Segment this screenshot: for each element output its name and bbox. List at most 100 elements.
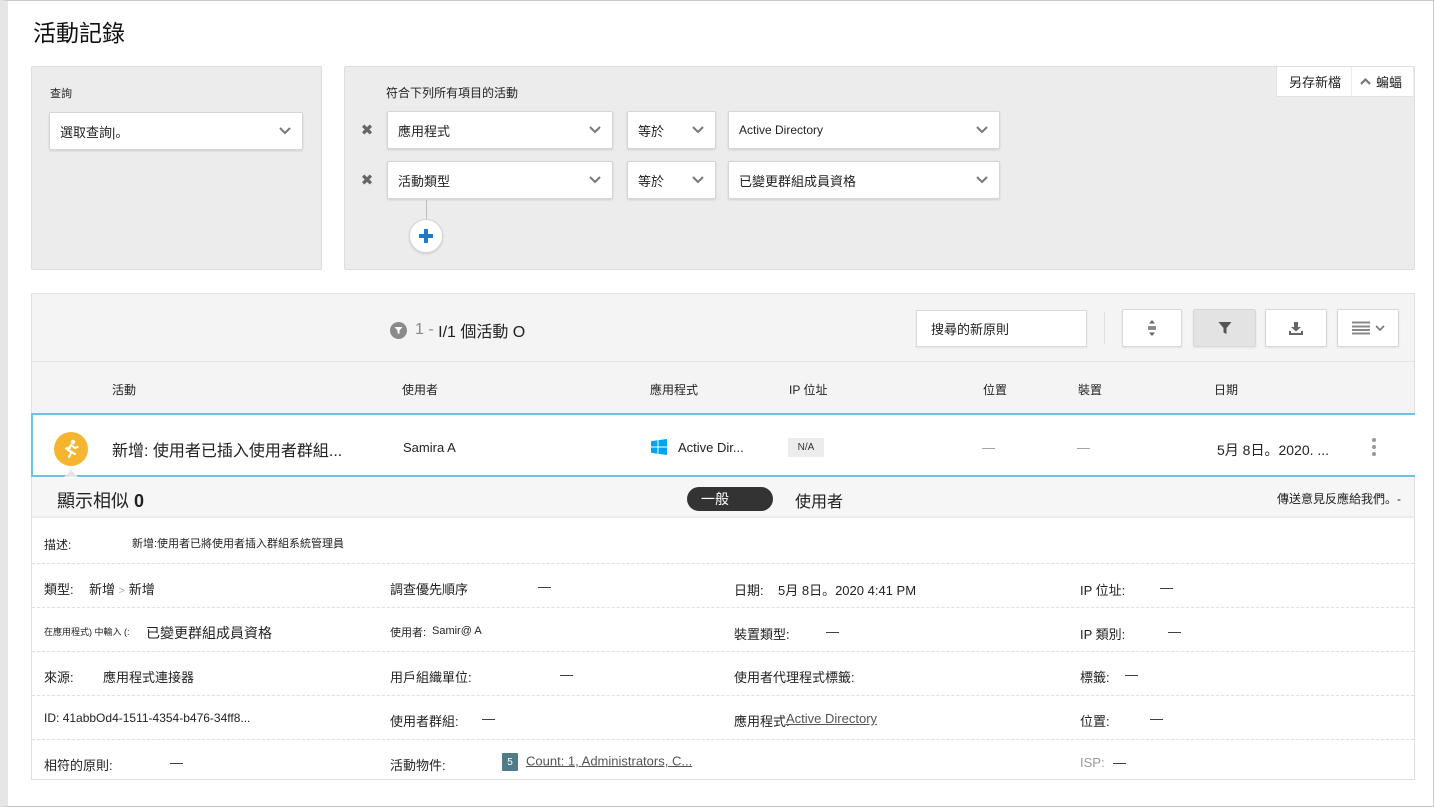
filter-operator-value: 等於 <box>638 123 665 139</box>
search-placeholder: 搜尋的新原則 <box>931 322 1010 337</box>
filter-value: Active Directory <box>739 123 824 137</box>
row-ip-badge: N/A <box>788 438 824 457</box>
chevron-down-icon <box>975 123 989 137</box>
remove-filter-icon[interactable]: ✖ <box>360 172 374 189</box>
collapse-button[interactable]: 蝙蝠 <box>1352 67 1412 96</box>
row-more-menu-icon[interactable] <box>1366 436 1382 458</box>
column-header-user[interactable]: 使用者 <box>402 381 438 398</box>
app-label: 應用程式: <box>734 714 790 729</box>
ip-value: — <box>1160 580 1173 595</box>
query-panel <box>31 66 322 270</box>
id-value: 41abbOd4-1511-4354-b476-34ff8... <box>62 711 251 725</box>
tab-user[interactable]: 使用者 <box>795 488 843 512</box>
column-header-location[interactable]: 位置 <box>983 381 1007 398</box>
user-groups-value: — <box>482 711 495 726</box>
user-label: 使用者: <box>390 627 427 639</box>
ip-category-value: — <box>1168 624 1181 639</box>
filter-icon <box>390 321 407 339</box>
chevron-down-icon <box>588 173 602 187</box>
detail-row <box>32 652 1414 696</box>
device-type-label: 裝置類型: <box>734 627 790 642</box>
matched-policy-label: 相符的原則: <box>44 758 113 773</box>
matched-policy-value: — <box>170 755 183 770</box>
filter-operator-select[interactable]: 等於 <box>627 111 716 149</box>
add-filter-button[interactable] <box>409 219 443 253</box>
plus-icon <box>419 229 433 243</box>
show-similar-label: 顯示相似 <box>57 491 129 511</box>
filter-field-select[interactable]: 活動類型 <box>387 161 613 199</box>
activity-objects-label: 活動物件: <box>390 758 446 773</box>
id-label: ID: <box>44 711 60 725</box>
chevron-down-icon <box>1374 324 1385 331</box>
download-button[interactable] <box>1265 309 1327 347</box>
show-similar-count: 0 <box>134 491 145 511</box>
type-separator: > <box>118 585 126 597</box>
column-header-date[interactable]: 日期 <box>1214 381 1238 398</box>
user-groups-label: 使用者群組: <box>390 714 459 729</box>
query-label: 查詢 <box>50 88 72 100</box>
search-input[interactable]: 搜尋的新原則 <box>916 310 1087 347</box>
type-value-primary: 新增 <box>89 582 116 597</box>
tags-value: — <box>1125 667 1138 682</box>
user-value: Samir@ A <box>432 625 482 637</box>
column-header-ip[interactable]: IP 位址 <box>789 381 827 398</box>
column-header-device[interactable]: 裝置 <box>1078 381 1102 398</box>
activity-objects-link[interactable]: Count: 1, Administrators, C... <box>526 753 692 768</box>
remove-filter-icon[interactable]: ✖ <box>360 122 374 139</box>
query-select[interactable]: 選取查詢|。 <box>49 112 303 150</box>
device-type-value: — <box>826 624 839 639</box>
priority-label: 調查優先順序 <box>390 582 469 597</box>
activity-type-icon <box>54 432 88 466</box>
activity-objects-value: 5 Count: 1, Administrators, C... <box>502 753 692 771</box>
filter-field-value: 活動類型 <box>398 173 451 189</box>
source-value: 應用程式連接器 <box>103 670 195 685</box>
org-unit-label: 用戶組織單位: <box>390 670 472 685</box>
ip-category-label: IP 類別: <box>1080 627 1126 642</box>
user-agent-label: 使用者代理程式標籤: <box>734 670 855 685</box>
row-device: — <box>1077 440 1090 455</box>
filter-value-select[interactable]: 已變更群組成員資格 <box>728 161 1000 199</box>
table-header <box>32 362 1414 414</box>
filter-field-value: 應用程式 <box>398 123 451 139</box>
divider <box>1104 312 1105 344</box>
feedback-link[interactable]: 傳送意見反應給我們。- <box>1277 490 1401 507</box>
date-value: 5月 8日。2020 4:41 PM <box>778 583 917 598</box>
chevron-down-icon <box>691 173 705 187</box>
columns-menu-button[interactable] <box>1337 309 1399 347</box>
org-unit-value: — <box>560 667 573 682</box>
save-as-button[interactable]: 另存新檔 <box>1277 67 1351 96</box>
running-person-icon <box>64 439 79 459</box>
tab-general[interactable]: 一般 <box>687 487 773 511</box>
filter-operator-select[interactable]: 等於 <box>627 161 716 199</box>
column-header-activity[interactable]: 活動 <box>112 381 136 398</box>
count-prefix: 1 - <box>415 321 434 338</box>
app-link[interactable]: Active Directory <box>786 711 877 726</box>
query-select-value: 選取查詢|。 <box>60 124 129 140</box>
isp-value: — <box>1113 755 1126 770</box>
filter-toggle-button[interactable] <box>1193 309 1256 347</box>
row-date: 5月 8日。2020. ... <box>1217 442 1330 458</box>
columns-icon <box>1351 321 1370 335</box>
location-value: — <box>1150 711 1163 726</box>
show-similar-link[interactable]: 顯示相似 0 <box>57 487 144 513</box>
expand-collapse-icon <box>1148 320 1156 336</box>
filter-actions: 另存新檔 蝙蝠 <box>1276 67 1413 97</box>
chevron-down-icon <box>975 173 989 187</box>
filter-field-select[interactable]: 應用程式 <box>387 111 613 149</box>
chevron-down-icon <box>691 123 705 137</box>
type-label: 類型: <box>44 582 74 597</box>
row-user[interactable]: Samira A <box>403 440 456 455</box>
filter-icon <box>1218 322 1231 334</box>
expand-collapse-button[interactable] <box>1122 309 1182 347</box>
location-label: 位置: <box>1080 714 1110 729</box>
ip-label: IP 位址: <box>1080 583 1126 598</box>
row-app[interactable]: Active Dir... <box>678 440 744 455</box>
column-header-app[interactable]: 應用程式 <box>650 381 698 398</box>
chevron-down-icon <box>588 123 602 137</box>
type-value: 新增 > 新增 <box>89 579 155 598</box>
row-pointer <box>64 470 78 477</box>
download-icon <box>1289 322 1303 335</box>
filter-value-select[interactable]: Active Directory <box>728 111 1000 149</box>
filter-value: 已變更群組成員資格 <box>739 173 857 189</box>
row-activity[interactable]: 新增: 使用者已插入使用者群組... <box>112 437 342 461</box>
